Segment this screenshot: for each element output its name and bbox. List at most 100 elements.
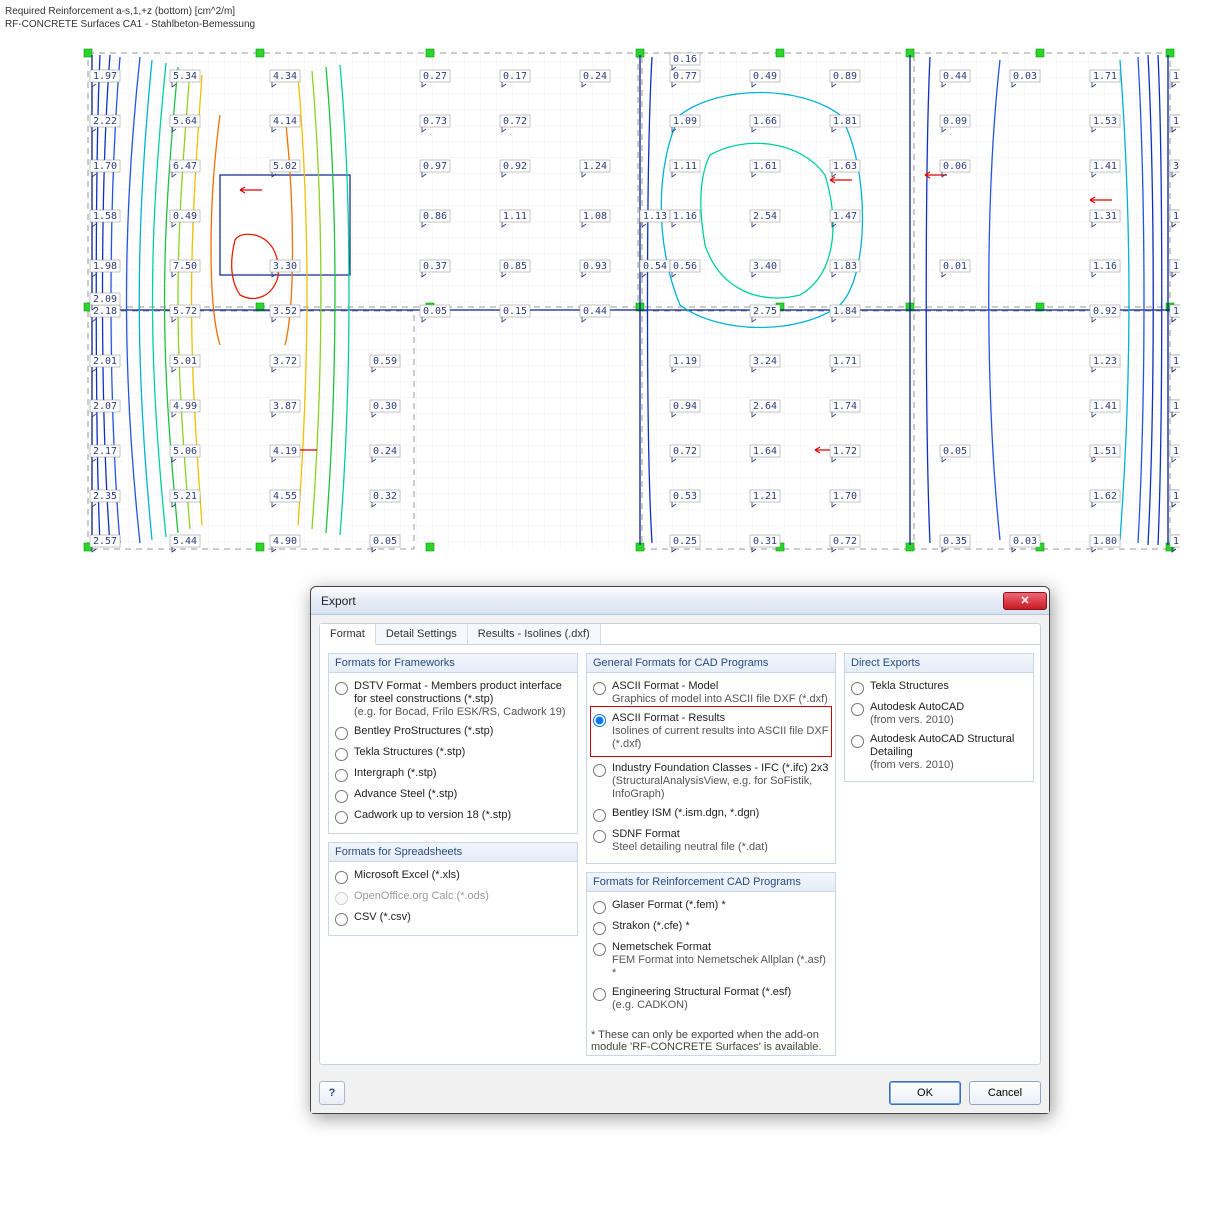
option-sublabel: FEM Format into Nemetschek Allplan (*.as…	[612, 954, 829, 980]
radio-option[interactable]: SDNF FormatSteel detailing neutral file …	[593, 825, 829, 857]
radio-option[interactable]: Engineering Structural Format (*.esf)(e.…	[593, 983, 829, 1015]
radio-option[interactable]: Cadwork up to version 18 (*.stp)	[335, 806, 571, 827]
radio-option[interactable]: DSTV Format - Members product interface …	[335, 677, 571, 722]
radio-input[interactable]	[851, 735, 864, 748]
close-button[interactable]: ✕	[1003, 592, 1047, 610]
option-label: DSTV Format - Members product interface …	[354, 680, 571, 706]
svg-text:1.67: 1.67	[1173, 261, 1180, 272]
svg-text:2.18: 2.18	[93, 306, 117, 317]
svg-text:2.22: 2.22	[93, 116, 117, 127]
svg-text:5.06: 5.06	[173, 446, 197, 457]
svg-text:0.35: 0.35	[943, 536, 967, 547]
svg-text:0.94: 0.94	[673, 401, 697, 412]
radio-option[interactable]: Intergraph (*.stp)	[335, 764, 571, 785]
cancel-button[interactable]: Cancel	[969, 1081, 1041, 1105]
option-label: Tekla Structures	[870, 680, 949, 693]
radio-input[interactable]	[851, 703, 864, 716]
ok-button[interactable]: OK	[889, 1081, 961, 1105]
radio-input[interactable]	[593, 988, 606, 1001]
radio-option[interactable]: Tekla Structures	[851, 677, 1027, 698]
tab-format[interactable]: Format	[320, 624, 376, 645]
svg-text:1.67: 1.67	[1173, 211, 1180, 222]
group-reinforcement-cad: Formats for Reinforcement CAD Programs G…	[586, 872, 836, 1056]
option-sublabel: Isolines of current results into ASCII f…	[612, 725, 829, 751]
radio-input[interactable]	[335, 682, 348, 695]
svg-text:7.50: 7.50	[173, 261, 197, 272]
svg-text:0.05: 0.05	[943, 446, 967, 457]
radio-option[interactable]: Nemetschek FormatFEM Format into Nemetsc…	[593, 938, 829, 983]
radio-input[interactable]	[335, 913, 348, 926]
radio-input[interactable]	[593, 809, 606, 822]
svg-text:1.63: 1.63	[1173, 306, 1180, 317]
svg-text:1.66: 1.66	[753, 116, 777, 127]
svg-text:1.74: 1.74	[833, 401, 857, 412]
help-button[interactable]: ?	[319, 1081, 345, 1105]
svg-text:5.44: 5.44	[173, 536, 197, 547]
svg-text:0.27: 0.27	[423, 71, 447, 82]
radio-option[interactable]: Glaser Format (*.fem) *	[593, 896, 829, 917]
svg-text:1.16: 1.16	[1093, 261, 1117, 272]
radio-input[interactable]	[335, 727, 348, 740]
option-sublabel: Steel detailing neutral file (*.dat)	[612, 841, 768, 854]
radio-input	[335, 892, 348, 905]
radio-input[interactable]	[593, 714, 606, 727]
radio-input[interactable]	[593, 830, 606, 843]
radio-input[interactable]	[335, 790, 348, 803]
svg-text:5.64: 5.64	[173, 116, 197, 127]
radio-input[interactable]	[335, 811, 348, 824]
radio-option[interactable]: Tekla Structures (*.stp)	[335, 743, 571, 764]
option-label: Intergraph (*.stp)	[354, 767, 437, 780]
group-title: Direct Exports	[845, 654, 1033, 673]
radio-input[interactable]	[593, 764, 606, 777]
radio-input[interactable]	[593, 922, 606, 935]
svg-text:0.72: 0.72	[673, 446, 697, 457]
svg-text:5.02: 5.02	[273, 161, 297, 172]
radio-option[interactable]: Autodesk AutoCAD(from vers. 2010)	[851, 698, 1027, 730]
radio-input[interactable]	[335, 769, 348, 782]
svg-text:1.80: 1.80	[1093, 536, 1117, 547]
radio-option[interactable]: Bentley ProStructures (*.stp)	[335, 722, 571, 743]
tab-detail-settings[interactable]: Detail Settings	[376, 624, 468, 644]
radio-option[interactable]: ASCII Format - ResultsIsolines of curren…	[593, 709, 829, 754]
svg-text:0.01: 0.01	[943, 261, 967, 272]
radio-input[interactable]	[335, 871, 348, 884]
option-label: Bentley ISM (*.ism.dgn, *.dgn)	[612, 807, 759, 820]
radio-input[interactable]	[335, 748, 348, 761]
tab-bar: Format Detail Settings Results - Isoline…	[319, 623, 1041, 644]
radio-input[interactable]	[851, 682, 864, 695]
radio-input[interactable]	[593, 943, 606, 956]
dialog-titlebar[interactable]: Export ✕	[311, 587, 1049, 615]
svg-text:1.97: 1.97	[93, 71, 117, 82]
svg-text:0.24: 0.24	[583, 71, 607, 82]
radio-input[interactable]	[593, 682, 606, 695]
close-icon: ✕	[1020, 594, 1029, 607]
radio-option[interactable]: Microsoft Excel (*.xls)	[335, 866, 571, 887]
svg-text:4.19: 4.19	[273, 446, 297, 457]
svg-text:2.01: 2.01	[93, 356, 117, 367]
tab-results-isolines[interactable]: Results - Isolines (.dxf)	[468, 624, 601, 644]
svg-text:2.35: 2.35	[93, 491, 117, 502]
radio-input[interactable]	[593, 901, 606, 914]
radio-option[interactable]: Industry Foundation Classes - IFC (*.ifc…	[593, 759, 829, 804]
radio-option[interactable]: CSV (*.csv)	[335, 908, 571, 929]
svg-text:0.24: 0.24	[373, 446, 397, 457]
radio-option[interactable]: Autodesk AutoCAD Structural Detailing(fr…	[851, 730, 1027, 775]
svg-text:1.41: 1.41	[1093, 401, 1117, 412]
svg-text:0.03: 0.03	[1013, 71, 1037, 82]
svg-text:1.84: 1.84	[833, 306, 857, 317]
svg-text:0.44: 0.44	[943, 71, 967, 82]
svg-text:0.92: 0.92	[503, 161, 527, 172]
group-title: General Formats for CAD Programs	[587, 654, 835, 673]
svg-text:1.68: 1.68	[1173, 446, 1180, 457]
option-label: Bentley ProStructures (*.stp)	[354, 725, 493, 738]
svg-text:1.21: 1.21	[753, 491, 777, 502]
svg-text:0.97: 0.97	[423, 161, 447, 172]
radio-option[interactable]: Strakon (*.cfe) *	[593, 917, 829, 938]
radio-option[interactable]: ASCII Format - ModelGraphics of model in…	[593, 677, 829, 709]
radio-option[interactable]: Bentley ISM (*.ism.dgn, *.dgn)	[593, 804, 829, 825]
svg-text:1.08: 1.08	[583, 211, 607, 222]
svg-text:1.70: 1.70	[1173, 356, 1180, 367]
radio-option[interactable]: Advance Steel (*.stp)	[335, 785, 571, 806]
svg-text:3.52: 3.52	[273, 306, 297, 317]
group-formats-frameworks: Formats for Frameworks DSTV Format - Mem…	[328, 653, 578, 834]
